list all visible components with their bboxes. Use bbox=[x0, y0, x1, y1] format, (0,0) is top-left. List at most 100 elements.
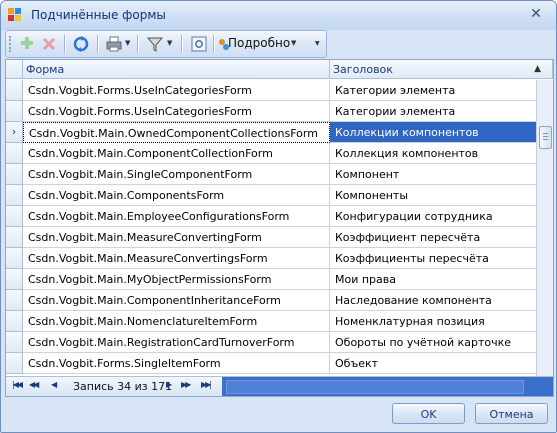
vertical-scrollbar[interactable] bbox=[536, 80, 553, 376]
cell-form[interactable]: Csdn.Vogbit.Main.MeasureConvertingForm bbox=[23, 227, 330, 248]
cell-title[interactable]: Коэффициент пересчёта bbox=[330, 227, 536, 248]
cell-form[interactable]: Csdn.Vogbit.Main.SingleComponentForm bbox=[23, 164, 330, 185]
cell-form[interactable]: Csdn.Vogbit.Main.NomenclatureItemForm bbox=[23, 311, 330, 332]
cell-form[interactable]: Csdn.Vogbit.Main.ComponentsForm bbox=[23, 185, 330, 206]
row-indicator[interactable] bbox=[6, 353, 23, 374]
cell-title[interactable]: Категории элемента bbox=[330, 101, 536, 122]
cell-title[interactable]: Обороты по учётной карточке bbox=[330, 332, 536, 353]
column-header-form[interactable]: Форма bbox=[23, 60, 330, 79]
prev-record-icon[interactable]: ◀ bbox=[51, 380, 57, 389]
toolbar-grip-icon bbox=[9, 36, 13, 52]
cell-title[interactable]: Объект bbox=[330, 353, 536, 374]
toolbar-separator bbox=[137, 35, 139, 53]
cell-title[interactable]: Наследование компонента bbox=[330, 290, 536, 311]
forms-grid: Форма Заголовок ▲ Csdn.Vogbit.Forms.UseI… bbox=[5, 59, 554, 397]
title-bar: Подчинённые формы ✕ bbox=[1, 1, 556, 30]
horizontal-scroll-thumb[interactable] bbox=[226, 380, 524, 394]
app-icon bbox=[8, 8, 22, 22]
column-header-title-label: Заголовок bbox=[333, 63, 393, 76]
cell-form[interactable]: Csdn.Vogbit.Main.ComponentCollectionForm bbox=[23, 143, 330, 164]
toolbar-separator bbox=[181, 35, 183, 53]
table-row[interactable]: Csdn.Vogbit.Forms.UseInCategoriesForm Кат… bbox=[6, 101, 536, 122]
row-indicator[interactable] bbox=[6, 143, 23, 164]
row-indicator[interactable] bbox=[6, 80, 23, 101]
details-button[interactable]: Подробно bbox=[228, 36, 290, 50]
row-indicator[interactable] bbox=[6, 332, 23, 353]
table-row[interactable]: Csdn.Vogbit.Main.EmployeeConfigurationsF… bbox=[6, 206, 536, 227]
row-indicator[interactable] bbox=[6, 164, 23, 185]
toolbar-separator bbox=[213, 35, 215, 53]
header-indicator-cell bbox=[6, 60, 23, 79]
row-indicator[interactable] bbox=[6, 290, 23, 311]
column-header-title[interactable]: Заголовок ▲ bbox=[330, 60, 553, 79]
vertical-scroll-thumb[interactable] bbox=[539, 126, 552, 149]
table-row[interactable]: Csdn.Vogbit.Main.ComponentsForm Компонент… bbox=[6, 185, 536, 206]
dialog-window: Подчинённые формы ✕ ▼ ▼ Подробно ▼ ▼ Фор… bbox=[0, 0, 557, 433]
record-info: Запись 34 из 171 bbox=[73, 380, 173, 393]
row-indicator[interactable] bbox=[6, 227, 23, 248]
table-row[interactable]: Csdn.Vogbit.Main.ComponentCollectionForm… bbox=[6, 143, 536, 164]
row-indicator[interactable] bbox=[6, 101, 23, 122]
cell-form[interactable]: Csdn.Vogbit.Main.OwnedComponentCollectio… bbox=[23, 122, 330, 143]
chevron-down-icon[interactable]: ▼ bbox=[291, 39, 296, 47]
next-page-icon[interactable]: ▶▶ bbox=[181, 380, 191, 389]
view-settings-icon[interactable] bbox=[190, 34, 208, 54]
table-row[interactable]: Csdn.Vogbit.Main.MeasureConvertingForm Ко… bbox=[6, 227, 536, 248]
cell-title[interactable]: Компоненты bbox=[330, 185, 536, 206]
grid-header: Форма Заголовок ▲ bbox=[6, 60, 553, 80]
filter-icon[interactable] bbox=[146, 34, 164, 54]
cell-title[interactable]: Конфигурации сотрудника bbox=[330, 206, 536, 227]
cell-form[interactable]: Csdn.Vogbit.Main.MeasureConvertingsForm bbox=[23, 248, 330, 269]
cell-title[interactable]: Коллекция компонентов bbox=[330, 143, 536, 164]
toolbar-separator bbox=[97, 35, 99, 53]
first-record-icon[interactable]: |◀◀ bbox=[12, 380, 23, 389]
cell-title[interactable]: Компонент bbox=[330, 164, 536, 185]
toolbar-overflow-icon[interactable]: ▼ bbox=[315, 40, 320, 47]
cell-title[interactable]: Коэффициенты пересчёта bbox=[330, 248, 536, 269]
cell-form[interactable]: Csdn.Vogbit.Forms.UseInCategoriesForm bbox=[23, 101, 330, 122]
cell-form[interactable]: Csdn.Vogbit.Main.ComponentInheritanceFor… bbox=[23, 290, 330, 311]
delete-icon[interactable] bbox=[41, 34, 57, 54]
grid-rows: Csdn.Vogbit.Forms.UseInCategoriesForm Кат… bbox=[6, 80, 536, 376]
cell-title[interactable]: Коллекции компонентов bbox=[330, 122, 536, 143]
refresh-icon[interactable] bbox=[72, 34, 90, 54]
table-row[interactable]: › Csdn.Vogbit.Main.OwnedComponentCollecti… bbox=[6, 122, 536, 143]
table-row[interactable]: Csdn.Vogbit.Main.ComponentInheritanceFor… bbox=[6, 290, 536, 311]
next-record-icon[interactable]: ▶ bbox=[166, 380, 172, 389]
record-navigator: |◀◀ ◀◀ ◀ Запись 34 из 171 ▶ ▶▶ ▶▶| bbox=[6, 376, 222, 396]
chevron-down-icon[interactable]: ▼ bbox=[167, 39, 172, 47]
row-indicator[interactable] bbox=[6, 269, 23, 290]
table-row[interactable]: Csdn.Vogbit.Main.NomenclatureItemForm Ном… bbox=[6, 311, 536, 332]
window-title: Подчинённые формы bbox=[31, 8, 166, 22]
row-indicator[interactable] bbox=[6, 311, 23, 332]
add-icon[interactable] bbox=[19, 34, 35, 54]
last-record-icon[interactable]: ▶▶| bbox=[201, 380, 212, 389]
row-indicator[interactable]: › bbox=[6, 122, 23, 143]
prev-page-icon[interactable]: ◀◀ bbox=[29, 380, 39, 389]
toolbar-separator bbox=[64, 35, 66, 53]
horizontal-scrollbar[interactable] bbox=[222, 376, 553, 396]
table-row[interactable]: Csdn.Vogbit.Forms.SingleItemForm Объект bbox=[6, 353, 536, 374]
chevron-down-icon[interactable]: ▼ bbox=[125, 39, 130, 47]
cancel-button[interactable]: Отмена bbox=[475, 403, 548, 424]
cell-form[interactable]: Csdn.Vogbit.Main.EmployeeConfigurationsF… bbox=[23, 206, 330, 227]
row-indicator[interactable] bbox=[6, 185, 23, 206]
cell-title[interactable]: Мои права bbox=[330, 269, 536, 290]
print-icon[interactable] bbox=[105, 34, 123, 54]
table-row[interactable]: Csdn.Vogbit.Main.MyObjectPermissionsForm… bbox=[6, 269, 536, 290]
cell-form[interactable]: Csdn.Vogbit.Forms.SingleItemForm bbox=[23, 353, 330, 374]
row-indicator[interactable] bbox=[6, 206, 23, 227]
table-row[interactable]: Csdn.Vogbit.Main.MeasureConvertingsForm К… bbox=[6, 248, 536, 269]
table-row[interactable]: Csdn.Vogbit.Forms.UseInCategoriesForm Кат… bbox=[6, 80, 536, 101]
row-indicator[interactable] bbox=[6, 248, 23, 269]
toolbar: ▼ ▼ Подробно ▼ ▼ bbox=[5, 30, 327, 58]
table-row[interactable]: Csdn.Vogbit.Main.SingleComponentForm Комп… bbox=[6, 164, 536, 185]
cell-form[interactable]: Csdn.Vogbit.Forms.UseInCategoriesForm bbox=[23, 80, 330, 101]
cell-form[interactable]: Csdn.Vogbit.Main.RegistrationCardTurnove… bbox=[23, 332, 330, 353]
close-button[interactable]: ✕ bbox=[526, 6, 546, 23]
table-row[interactable]: Csdn.Vogbit.Main.RegistrationCardTurnove… bbox=[6, 332, 536, 353]
cell-form[interactable]: Csdn.Vogbit.Main.MyObjectPermissionsForm bbox=[23, 269, 330, 290]
cell-title[interactable]: Номенклатурная позиция bbox=[330, 311, 536, 332]
cell-title[interactable]: Категории элемента bbox=[330, 80, 536, 101]
ok-button[interactable]: OK bbox=[392, 403, 465, 424]
